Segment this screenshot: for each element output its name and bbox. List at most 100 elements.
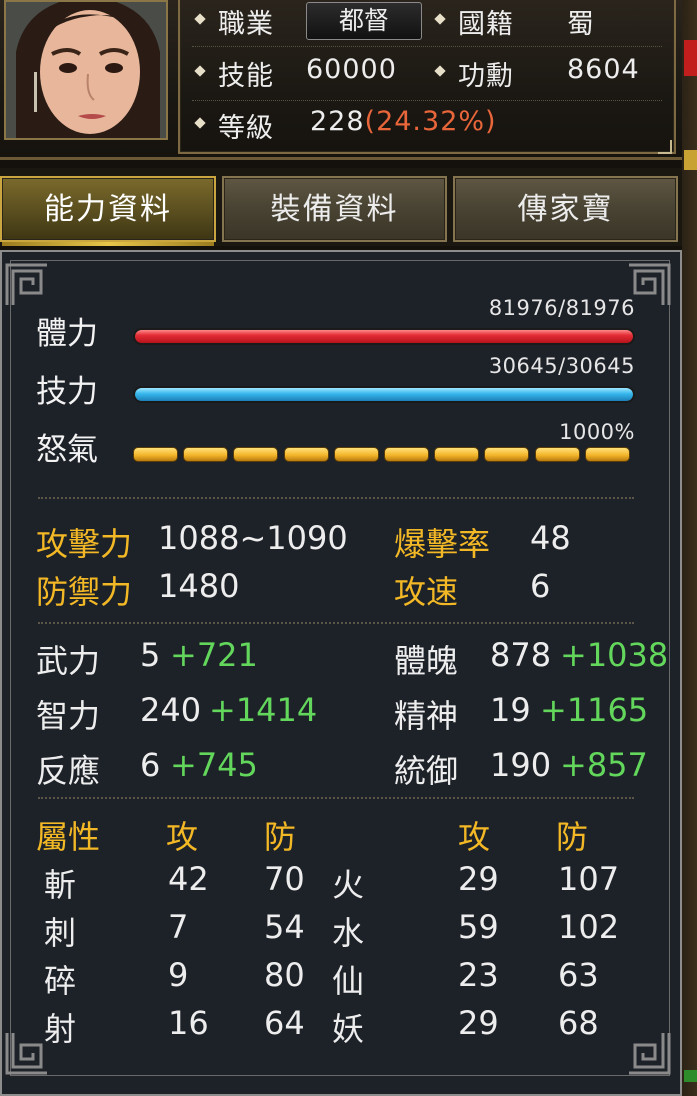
rage-segment <box>534 447 580 462</box>
element-header-atk: 攻 <box>166 818 199 856</box>
defense-label: 防禦力 <box>36 573 133 611</box>
attr-bonus: +1038 <box>560 636 669 674</box>
attr-label: 體魄 <box>394 642 459 680</box>
attr-bonus: +721 <box>170 636 258 674</box>
character-stats-window: 職業 都督 國籍 蜀 技能 60000 功勳 8604 等級 228(24.32… <box>0 0 697 1096</box>
job-label: 職業 <box>218 9 274 40</box>
job-value-box: 都督 <box>306 2 422 40</box>
skill-value: 60000 <box>306 54 397 85</box>
attr-bonus: +1165 <box>540 691 649 729</box>
element-def: 70 <box>264 860 305 898</box>
hp-value: 81976/81976 <box>488 296 635 320</box>
rage-segment <box>434 447 480 462</box>
attr-base: 19 <box>490 691 531 729</box>
header-divider <box>192 46 662 47</box>
element-name: 妖 <box>332 1010 365 1048</box>
rage-segment <box>384 447 429 462</box>
section-divider <box>38 497 634 499</box>
tab-equipment-info[interactable]: 裝備資料 <box>222 176 447 242</box>
merit-value: 8604 <box>567 54 640 85</box>
attr-label: 反應 <box>36 752 101 790</box>
attr-base: 240 <box>140 691 202 729</box>
hp-bar-fill <box>135 330 633 343</box>
element-header-attr: 屬性 <box>36 818 101 856</box>
element-atk: 23 <box>458 956 499 994</box>
tab-label: 能力資料 <box>44 192 172 227</box>
level-value-group: 228(24.32%) <box>310 106 497 137</box>
element-def: 102 <box>558 908 620 946</box>
skill-label: 技能 <box>218 61 274 92</box>
attr-label: 武力 <box>36 642 101 680</box>
rage-bar <box>133 447 635 463</box>
background-edge-accent <box>684 40 697 76</box>
rage-segment <box>183 447 229 462</box>
background-edge-accent <box>684 1070 697 1082</box>
attr-base: 878 <box>490 636 552 674</box>
tab-label: 裝備資料 <box>270 192 399 227</box>
element-header-def: 防 <box>264 818 297 856</box>
background-edge-accent <box>684 150 697 170</box>
element-def: 80 <box>264 956 305 994</box>
element-atk: 29 <box>458 860 499 898</box>
element-name: 火 <box>332 866 365 904</box>
element-name: 刺 <box>44 914 77 952</box>
hp-bar <box>133 328 635 345</box>
attr-base: 5 <box>140 636 161 674</box>
corner-ornament <box>658 140 672 154</box>
section-divider <box>38 797 634 799</box>
character-portrait <box>4 0 168 140</box>
rage-segment <box>484 447 530 462</box>
mp-bar-fill <box>135 388 633 401</box>
attr-base: 6 <box>140 746 161 784</box>
section-divider <box>38 622 634 624</box>
crit-value: 48 <box>530 519 571 557</box>
element-def: 107 <box>558 860 620 898</box>
rage-label: 怒氣 <box>36 432 98 468</box>
nation-value: 蜀 <box>567 9 595 40</box>
tab-heirloom[interactable]: 傳家寶 <box>453 176 678 242</box>
attack-label: 攻擊力 <box>36 525 133 563</box>
element-atk: 29 <box>458 1004 499 1042</box>
element-name: 射 <box>44 1010 77 1048</box>
crit-label: 爆擊率 <box>394 525 491 563</box>
element-name: 碎 <box>44 962 77 1000</box>
mp-label: 技力 <box>36 374 98 410</box>
element-def: 68 <box>558 1004 599 1042</box>
element-atk: 42 <box>168 860 209 898</box>
speed-label: 攻速 <box>394 573 459 611</box>
merit-label: 功勳 <box>458 61 514 92</box>
rage-value: 1000% <box>559 420 635 444</box>
element-atk: 7 <box>168 908 189 946</box>
speed-value: 6 <box>530 567 551 605</box>
hp-label: 體力 <box>36 316 98 352</box>
element-def: 63 <box>558 956 599 994</box>
attr-bonus: +745 <box>170 746 258 784</box>
attr-base: 190 <box>490 746 552 784</box>
rage-segment <box>233 447 279 462</box>
corner-fret-ornament <box>626 1030 672 1076</box>
attack-value: 1088~1090 <box>158 519 348 557</box>
element-name: 水 <box>332 914 365 952</box>
attr-label: 智力 <box>36 697 101 735</box>
element-def: 54 <box>264 908 305 946</box>
attr-bonus: +857 <box>560 746 648 784</box>
rage-segment <box>133 447 178 462</box>
rage-segment <box>333 447 379 462</box>
level-percent: (24.32%) <box>364 106 497 137</box>
mp-value: 30645/30645 <box>488 354 635 378</box>
job-value: 都督 <box>338 6 389 35</box>
element-header-def: 防 <box>556 818 589 856</box>
element-atk: 9 <box>168 956 189 994</box>
rage-segment <box>584 447 630 462</box>
attr-label: 精神 <box>394 697 459 735</box>
defense-value: 1480 <box>158 567 240 605</box>
element-name: 仙 <box>332 962 365 1000</box>
tab-ability-info[interactable]: 能力資料 <box>0 176 216 246</box>
element-def: 64 <box>264 1004 305 1042</box>
element-atk: 59 <box>458 908 499 946</box>
level-label: 等級 <box>218 113 274 144</box>
mp-bar <box>133 386 635 403</box>
corner-fret-ornament <box>4 262 50 308</box>
level-value: 228 <box>310 106 365 137</box>
rage-segment <box>283 447 329 462</box>
